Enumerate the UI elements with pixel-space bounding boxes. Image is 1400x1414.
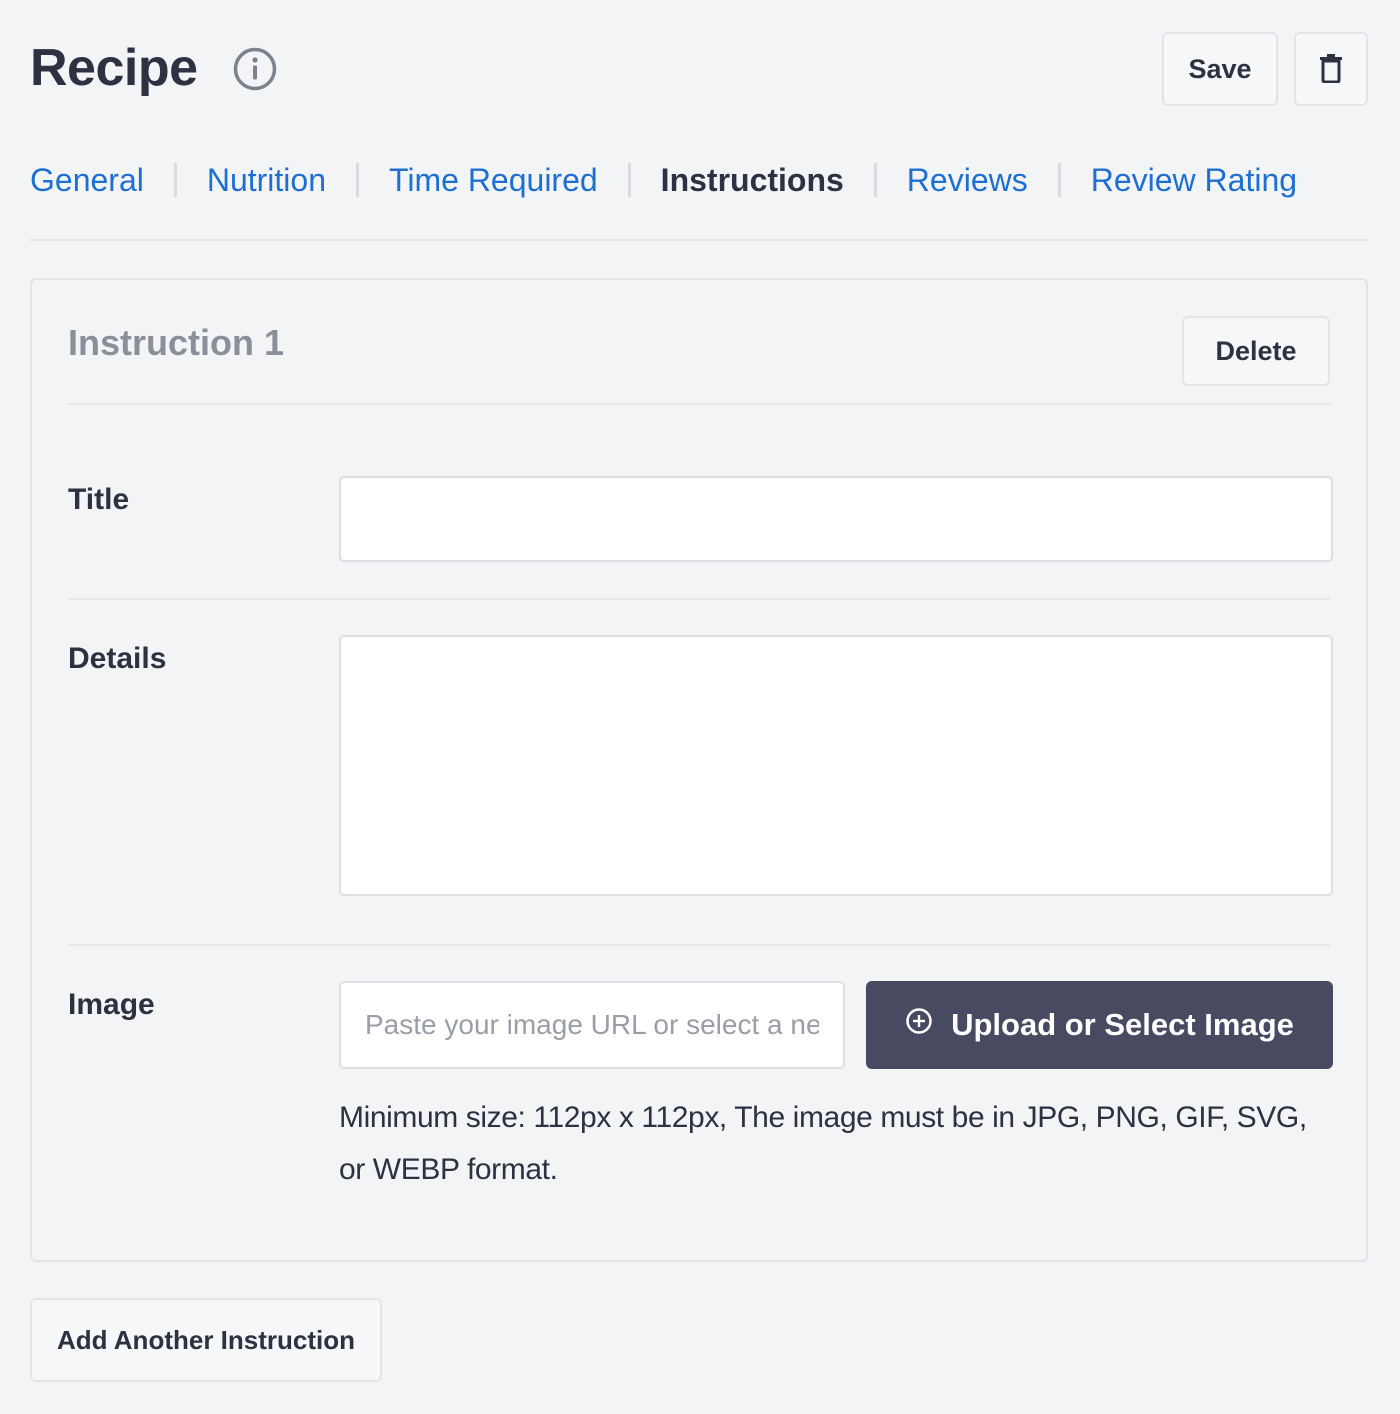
field-divider: [68, 598, 1330, 600]
details-label: Details: [68, 642, 167, 675]
tab-reviews[interactable]: Reviews: [907, 162, 1028, 199]
details-textarea[interactable]: [339, 635, 1333, 896]
card-header-divider: [68, 403, 1330, 405]
upload-image-button[interactable]: Upload or Select Image: [866, 981, 1333, 1069]
recipe-editor-page: Recipe Save General Nutrition Time Requi…: [0, 0, 1400, 1414]
plus-circle-icon: [905, 1007, 933, 1043]
title-label: Title: [68, 483, 130, 516]
trash-icon: [1318, 53, 1344, 86]
tab-divider: [356, 163, 359, 197]
save-button[interactable]: Save: [1162, 32, 1278, 106]
upload-image-label: Upload or Select Image: [951, 1007, 1294, 1042]
instruction-card: Instruction 1 Delete Title Details Image…: [30, 278, 1368, 1262]
delete-instruction-button[interactable]: Delete: [1182, 316, 1330, 386]
tab-bar: General Nutrition Time Required Instruct…: [30, 154, 1297, 206]
page-title: Recipe: [30, 39, 198, 97]
image-help-text: Minimum size: 112px x 112px, The image m…: [339, 1101, 1307, 1186]
title-input[interactable]: [339, 476, 1333, 562]
tab-review-rating[interactable]: Review Rating: [1091, 162, 1297, 199]
tab-divider: [173, 163, 177, 197]
add-instruction-button[interactable]: Add Another Instruction: [30, 1298, 382, 1382]
tab-time-required[interactable]: Time Required: [389, 162, 598, 199]
instruction-title: Instruction 1: [68, 322, 285, 363]
tabs-divider: [30, 239, 1368, 241]
tab-divider: [1057, 163, 1061, 197]
page-header: Recipe Save: [30, 32, 1368, 106]
tab-general[interactable]: General: [30, 162, 144, 199]
tab-instructions[interactable]: Instructions: [661, 162, 844, 199]
image-url-input[interactable]: [339, 981, 845, 1069]
tab-nutrition[interactable]: Nutrition: [207, 162, 326, 199]
info-circle-icon[interactable]: [232, 46, 278, 92]
field-divider: [68, 944, 1330, 946]
image-label: Image: [68, 988, 155, 1021]
delete-recipe-button[interactable]: [1294, 32, 1368, 106]
tab-divider: [627, 163, 631, 197]
tab-divider: [873, 163, 877, 197]
